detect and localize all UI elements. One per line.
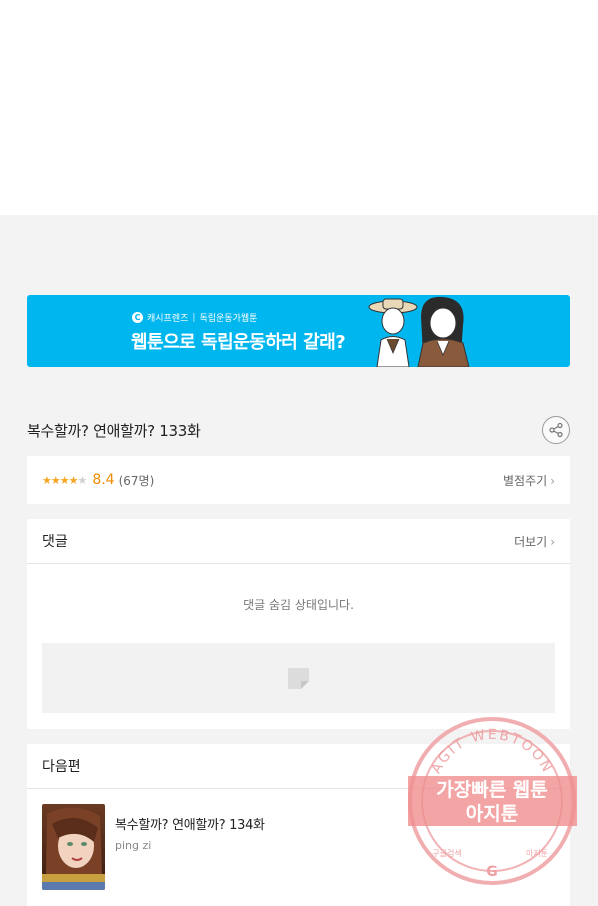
rate-button[interactable]: 별점주기 › (503, 472, 555, 489)
rating-votes: (67명) (118, 473, 155, 488)
comments-more-link[interactable]: 더보기 › (514, 533, 555, 550)
next-episode-item[interactable]: 복수할까? 연애할까? 134화 ping zi (27, 789, 570, 905)
banner-brand: 캐시프렌즈 (147, 314, 189, 324)
next-episode-section: 다음편 복수할까? 연애할까? 134화 ping zi (27, 744, 570, 906)
banner-character-illustration (368, 296, 470, 367)
comments-title: 댓글 (42, 534, 68, 550)
next-episode-author: ping zi (115, 839, 152, 852)
banner-headline: 웹툰으로 독립운동하러 갈래? (131, 332, 346, 353)
episode-title: 복수할까? 연애할까? 133화 (27, 421, 201, 440)
next-episode-header: 다음편 (27, 744, 570, 789)
comment-placeholder-icon (288, 667, 309, 689)
comments-header: 댓글 더보기 › (27, 519, 570, 564)
cashfriends-logo-icon: C (132, 312, 143, 323)
share-button[interactable] (542, 416, 570, 444)
chevron-right-icon: › (550, 473, 555, 488)
comments-section: 댓글 더보기 › 댓글 숨김 상태입니다. (27, 519, 570, 729)
share-icon (549, 422, 563, 438)
next-episode-thumbnail (42, 804, 105, 890)
banner-brand-row: C 캐시프렌즈 | 독립운동가웹툰 (132, 311, 257, 324)
banner-category: 독립운동가웹툰 (199, 314, 258, 324)
next-episode-title-label: 다음편 (42, 759, 81, 775)
comments-more-label: 더보기 (514, 534, 548, 549)
next-episode-info: 복수할까? 연애할까? 134화 ping zi (115, 814, 265, 852)
rating-score: 8.4 (92, 472, 115, 488)
top-blank-area (0, 0, 598, 215)
promo-banner[interactable]: C 캐시프렌즈 | 독립운동가웹툰 웹툰으로 독립운동하러 갈래? (27, 295, 570, 367)
chevron-right-icon: › (550, 534, 555, 549)
rate-button-label: 별점주기 (503, 473, 548, 488)
banner-divider: | (192, 312, 196, 323)
rating-stars: ★★★★★ (42, 473, 87, 487)
episode-title-row: 복수할까? 연애할까? 133화 (27, 415, 570, 445)
rating-card: ★★★★★ 8.4 (67명) 별점주기 › (27, 456, 570, 504)
next-episode-title: 복수할까? 연애할까? 134화 (115, 818, 265, 833)
comments-hidden-message: 댓글 숨김 상태입니다. (243, 598, 354, 612)
comment-input-box[interactable] (42, 643, 555, 713)
